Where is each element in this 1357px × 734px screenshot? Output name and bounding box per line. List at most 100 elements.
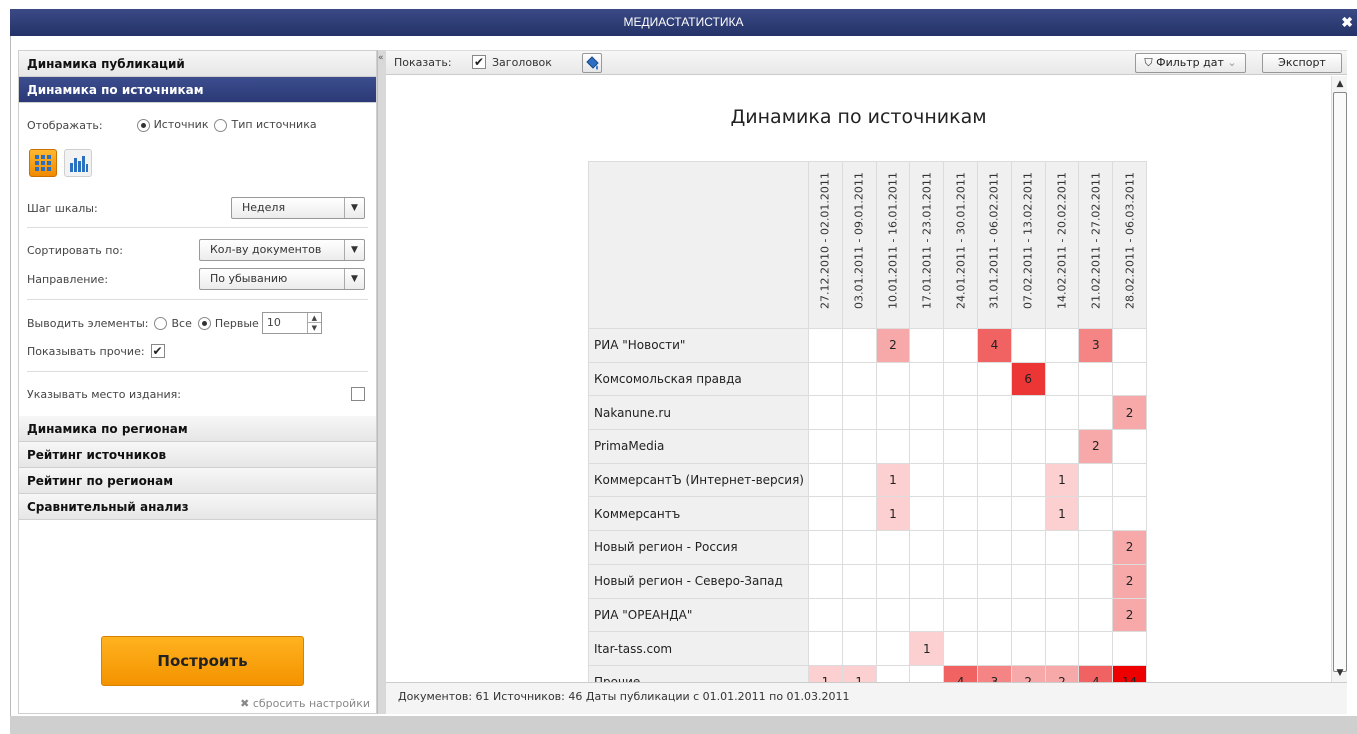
heatmap-cell[interactable]	[909, 328, 945, 363]
heatmap-cell[interactable]	[976, 395, 1012, 431]
heatmap-cell[interactable]	[943, 631, 978, 666]
direction-select[interactable]: По убыванию ▼	[199, 268, 365, 290]
heatmap-cell[interactable]	[808, 597, 843, 633]
heatmap-cell[interactable]	[1044, 563, 1080, 599]
chevron-down-icon[interactable]: ▼	[344, 198, 364, 218]
heatmap-cell[interactable]: 2	[875, 328, 911, 363]
chevron-down-icon[interactable]: ▼	[344, 240, 364, 260]
heatmap-cell[interactable]	[1010, 597, 1046, 633]
heatmap-cell[interactable]: 4	[976, 328, 1012, 363]
heatmap-cell[interactable]: 2	[1044, 664, 1080, 682]
heatmap-cell[interactable]	[841, 631, 877, 666]
heatmap-cell[interactable]	[943, 496, 978, 532]
heatmap-cell[interactable]: 3	[976, 664, 1012, 682]
section-comparative-analysis[interactable]: Сравнительный анализ	[19, 494, 376, 520]
sort-select[interactable]: Кол-ву документов ▼	[199, 239, 365, 261]
heatmap-cell[interactable]	[1044, 597, 1080, 633]
heatmap-cell[interactable]	[909, 496, 945, 532]
heatmap-cell[interactable]	[976, 496, 1012, 532]
heatmap-cell[interactable]	[1112, 429, 1147, 464]
heatmap-cell[interactable]	[1112, 496, 1147, 532]
heatmap-cell[interactable]: 1	[909, 631, 945, 666]
section-source-rating[interactable]: Рейтинг источников	[19, 442, 376, 468]
heatmap-cell[interactable]	[976, 530, 1012, 565]
scale-select[interactable]: Неделя ▼	[231, 197, 365, 219]
radio-dot[interactable]	[214, 118, 228, 132]
show-place-checkbox[interactable]	[351, 387, 365, 401]
heatmap-cell[interactable]	[1078, 597, 1114, 633]
reset-settings-link[interactable]: ✖ сбросить настройки	[240, 697, 370, 710]
heatmap-cell[interactable]	[909, 597, 945, 633]
scroll-down-icon[interactable]: ▼	[1333, 666, 1347, 680]
heatmap-cell[interactable]: 1	[1044, 462, 1080, 498]
heatmap-cell[interactable]	[909, 664, 945, 682]
header-checkbox[interactable]: ✔	[472, 55, 486, 69]
heatmap-cell[interactable]	[808, 361, 843, 397]
heatmap-cell[interactable]	[943, 429, 978, 464]
build-button[interactable]: Построить	[101, 636, 304, 686]
heatmap-cell[interactable]: 1	[808, 664, 843, 682]
heatmap-cell[interactable]	[1112, 631, 1147, 666]
heatmap-cell[interactable]	[976, 563, 1012, 599]
heatmap-cell[interactable]	[943, 361, 978, 397]
count-stepper[interactable]: 10 ▲ ▼	[261, 312, 322, 334]
heatmap-cell[interactable]	[909, 563, 945, 599]
heatmap-cell[interactable]	[1044, 395, 1080, 431]
heatmap-cell[interactable]	[976, 429, 1012, 464]
heatmap-cell[interactable]	[808, 395, 843, 431]
radio-source[interactable]: Источник	[131, 118, 208, 132]
section-publication-dynamics[interactable]: Динамика публикаций	[19, 51, 376, 77]
heatmap-cell[interactable]: 2	[1010, 664, 1046, 682]
heatmap-cell[interactable]	[875, 530, 911, 565]
heatmap-cell[interactable]	[808, 631, 843, 666]
heatmap-cell[interactable]	[1010, 631, 1046, 666]
bar-view-button[interactable]	[64, 149, 92, 177]
heatmap-cell[interactable]	[909, 530, 945, 565]
heatmap-cell[interactable]	[1044, 328, 1080, 363]
heatmap-cell[interactable]: 1	[841, 664, 877, 682]
heatmap-cell[interactable]	[909, 462, 945, 498]
heatmap-cell[interactable]	[875, 563, 911, 599]
heatmap-cell[interactable]	[1078, 530, 1114, 565]
chevron-down-icon[interactable]: ▼	[344, 269, 364, 289]
heatmap-cell[interactable]	[943, 395, 978, 431]
heatmap-view-button[interactable]	[29, 149, 57, 177]
heatmap-cell[interactable]	[943, 597, 978, 633]
heatmap-cell[interactable]	[841, 429, 877, 464]
heatmap-cell[interactable]	[875, 429, 911, 464]
vertical-scrollbar[interactable]: ▲ ▼	[1331, 76, 1347, 682]
heatmap-cell[interactable]	[1112, 462, 1147, 498]
heatmap-cell[interactable]	[808, 563, 843, 599]
heatmap-cell[interactable]	[943, 462, 978, 498]
heatmap-cell[interactable]	[841, 496, 877, 532]
heatmap-cell[interactable]	[841, 597, 877, 633]
fill-color-button[interactable]	[582, 53, 602, 73]
heatmap-cell[interactable]	[808, 328, 843, 363]
heatmap-cell[interactable]	[841, 462, 877, 498]
heatmap-cell[interactable]: 2	[1112, 597, 1147, 633]
heatmap-cell[interactable]	[1010, 530, 1046, 565]
heatmap-cell[interactable]	[1010, 496, 1046, 532]
heatmap-cell[interactable]	[1044, 361, 1080, 397]
heatmap-cell[interactable]	[976, 462, 1012, 498]
heatmap-cell[interactable]	[1010, 429, 1046, 464]
heatmap-cell[interactable]	[1010, 395, 1046, 431]
heatmap-cell[interactable]	[943, 328, 978, 363]
heatmap-cell[interactable]	[976, 631, 1012, 666]
date-filter-button[interactable]: ⛉ Фильтр дат ⌄	[1135, 53, 1246, 73]
heatmap-cell[interactable]	[808, 496, 843, 532]
heatmap-cell[interactable]	[1078, 462, 1114, 498]
collapse-left-icon[interactable]: «	[378, 53, 384, 63]
stepper-up-icon[interactable]: ▲	[306, 313, 321, 323]
heatmap-cell[interactable]	[1010, 462, 1046, 498]
heatmap-cell[interactable]: 2	[1112, 395, 1147, 431]
heatmap-cell[interactable]: 6	[1010, 361, 1046, 397]
heatmap-cell[interactable]	[1078, 361, 1114, 397]
heatmap-cell[interactable]: 1	[1044, 496, 1080, 532]
heatmap-cell[interactable]	[841, 328, 877, 363]
heatmap-cell[interactable]	[1044, 530, 1080, 565]
heatmap-cell[interactable]	[1010, 563, 1046, 599]
heatmap-cell[interactable]	[943, 530, 978, 565]
heatmap-cell[interactable]: 4	[943, 664, 978, 682]
heatmap-cell[interactable]	[808, 462, 843, 498]
